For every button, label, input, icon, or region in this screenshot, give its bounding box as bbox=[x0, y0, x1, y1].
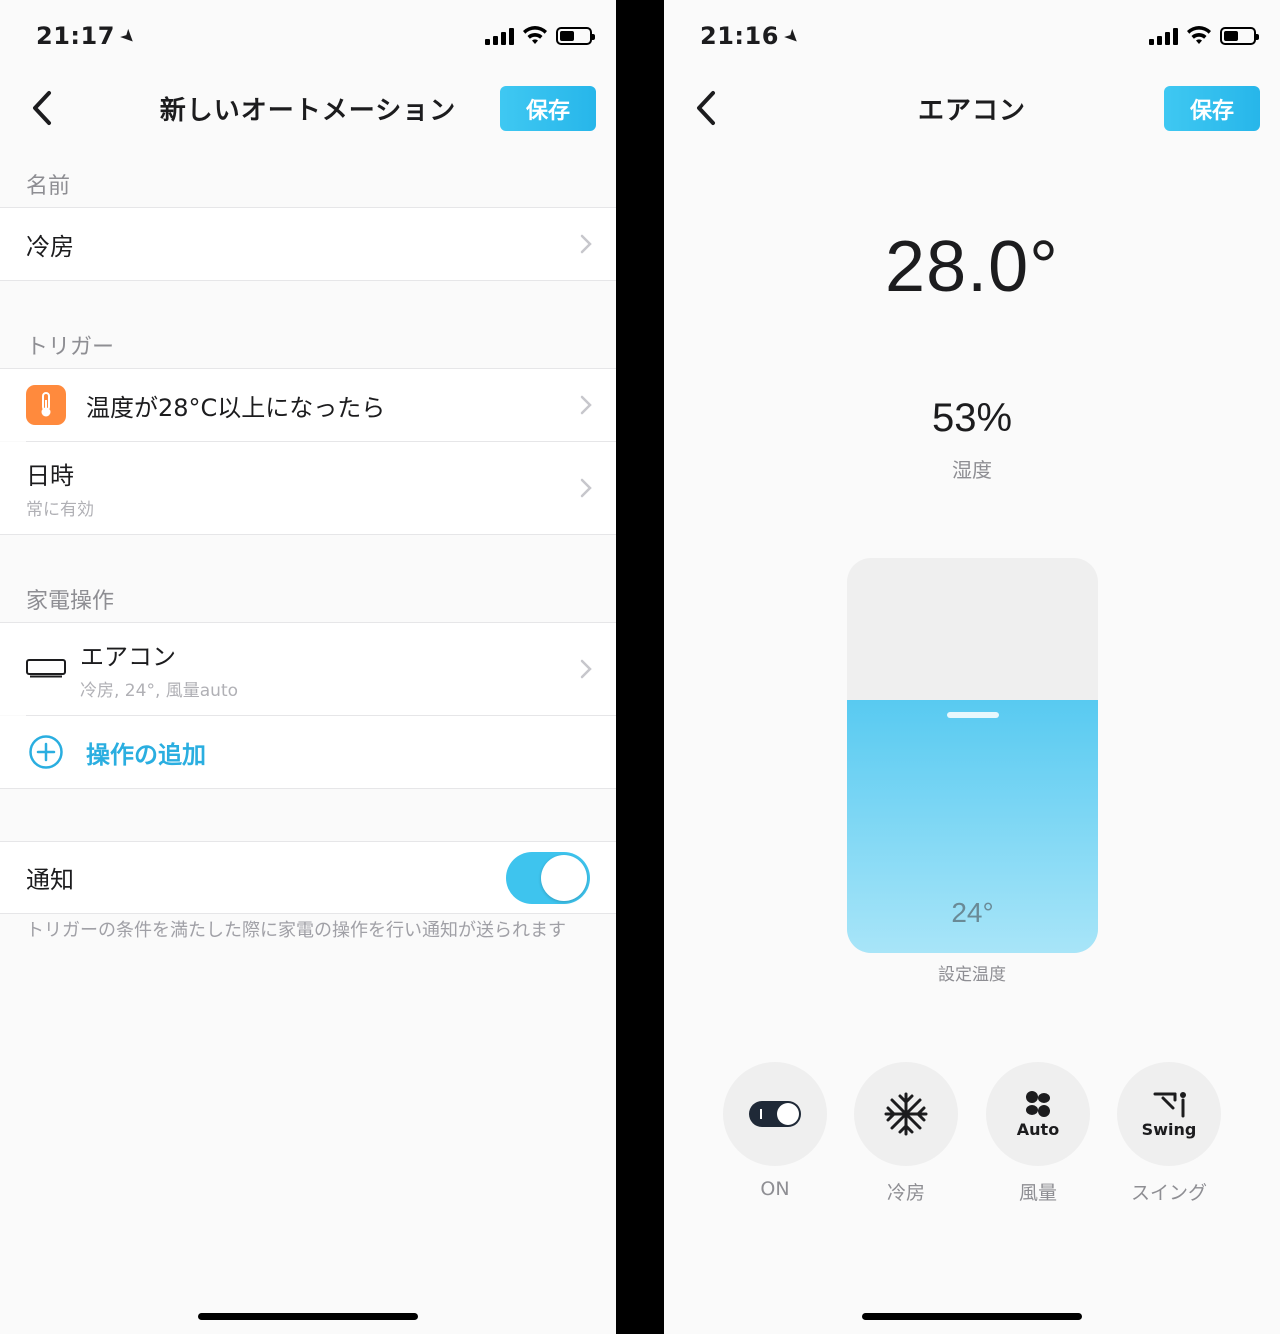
fan-mode-caption: 風量 bbox=[1018, 1182, 1057, 1204]
swing-mode-inner-text: Swing bbox=[1141, 1119, 1197, 1139]
chevron-left-icon bbox=[697, 91, 715, 125]
notification-footnote: トリガーの条件を満たした際に家電の操作を行い通知が送られます bbox=[26, 920, 566, 941]
set-temperature-label: 設定温度 bbox=[938, 965, 1006, 985]
set-temperature-value: 24° bbox=[951, 897, 994, 928]
wifi-icon bbox=[523, 26, 547, 44]
notification-toggle[interactable] bbox=[506, 851, 590, 904]
automation-screen: 21:17➤ 新しいオートメーション 保存 名前 冷房 トリガー 温度が28°C… bbox=[0, 0, 616, 1334]
trigger-condition-row[interactable]: 温度が28°C以上になったら bbox=[0, 369, 616, 441]
cool-mode-circle[interactable] bbox=[854, 1062, 958, 1166]
home-indicator[interactable] bbox=[198, 1313, 418, 1320]
divider bbox=[0, 280, 616, 281]
aircon-screen: 21:16➤ エアコン 保存 28.0° 53% 湿度 24° 設定温度 ON bbox=[664, 0, 1280, 1334]
back-button[interactable] bbox=[24, 86, 60, 130]
swing-mode-caption: スイング bbox=[1130, 1182, 1207, 1204]
plus-circle-icon bbox=[29, 735, 63, 769]
power-toggle-icon bbox=[749, 1101, 801, 1127]
chevron-right-icon bbox=[580, 395, 592, 415]
slider-handle[interactable] bbox=[946, 712, 999, 718]
signal-icon bbox=[1149, 27, 1178, 45]
chevron-left-icon bbox=[33, 91, 51, 125]
cool-mode-button[interactable]: 冷房 bbox=[854, 1062, 958, 1205]
swing-mode-circle[interactable]: Swing bbox=[1117, 1062, 1221, 1166]
fan-mode-inner-text: Auto bbox=[1016, 1119, 1060, 1139]
humidity-label: 湿度 bbox=[952, 458, 992, 482]
section-header-appliance: 家電操作 bbox=[26, 589, 115, 614]
add-operation-label: 操作の追加 bbox=[86, 740, 206, 769]
power-mode-caption: ON bbox=[760, 1178, 790, 1200]
trigger-datetime-row[interactable]: 日時 常に有効 bbox=[0, 442, 616, 534]
divider bbox=[0, 913, 616, 914]
home-indicator[interactable] bbox=[862, 1313, 1082, 1320]
signal-icon bbox=[485, 27, 514, 45]
wifi-icon bbox=[1187, 26, 1211, 44]
divider bbox=[0, 788, 616, 789]
name-row[interactable]: 冷房 bbox=[0, 208, 616, 280]
set-temperature-slider[interactable]: 24° bbox=[847, 558, 1098, 953]
chevron-right-icon bbox=[580, 234, 592, 254]
divider bbox=[0, 534, 616, 535]
fan-mode-circle[interactable]: Auto bbox=[986, 1062, 1090, 1166]
notification-row: 通知 bbox=[0, 842, 616, 913]
battery-icon bbox=[556, 27, 595, 45]
swing-icon bbox=[1153, 1091, 1186, 1117]
status-icons bbox=[485, 26, 595, 46]
room-temperature: 28.0° bbox=[885, 227, 1059, 307]
status-icons bbox=[1149, 26, 1259, 46]
thermometer-icon bbox=[26, 385, 66, 425]
snowflake-icon bbox=[884, 1092, 928, 1136]
save-button[interactable]: 保存 bbox=[500, 86, 596, 131]
trigger-condition-label: 温度が28°C以上になったら bbox=[86, 393, 386, 422]
section-header-name: 名前 bbox=[26, 174, 71, 199]
chevron-right-icon bbox=[580, 478, 592, 498]
power-mode-circle[interactable] bbox=[723, 1062, 827, 1166]
add-operation-button[interactable]: 操作の追加 bbox=[0, 716, 616, 788]
power-mode-button[interactable]: ON bbox=[723, 1062, 827, 1200]
appliance-detail: 冷房, 24°, 風量auto bbox=[80, 681, 239, 701]
name-value: 冷房 bbox=[26, 232, 74, 261]
cool-mode-caption: 冷房 bbox=[886, 1182, 925, 1204]
status-time-text: 21:16 bbox=[700, 22, 779, 50]
fan-mode-button[interactable]: Auto 風量 bbox=[986, 1062, 1090, 1205]
battery-icon bbox=[1220, 27, 1259, 45]
status-time-text: 21:17 bbox=[36, 22, 115, 50]
humidity-value: 53% bbox=[931, 396, 1013, 440]
fan-icon bbox=[1026, 1090, 1050, 1117]
appliance-row[interactable]: エアコン 冷房, 24°, 風量auto bbox=[0, 623, 616, 715]
location-arrow-icon: ➤ bbox=[115, 24, 142, 51]
appliance-name: エアコン bbox=[80, 643, 176, 671]
location-arrow-icon: ➤ bbox=[779, 24, 806, 51]
toggle-knob bbox=[541, 854, 587, 901]
notification-label: 通知 bbox=[26, 866, 74, 894]
status-time: 21:17➤ bbox=[36, 22, 141, 50]
save-button[interactable]: 保存 bbox=[1164, 86, 1260, 131]
section-header-trigger: トリガー bbox=[26, 335, 115, 360]
air-conditioner-icon bbox=[26, 659, 66, 678]
swing-mode-button[interactable]: Swing スイング bbox=[1117, 1062, 1221, 1205]
datetime-label: 日時 bbox=[26, 462, 74, 490]
datetime-sub: 常に有効 bbox=[26, 500, 94, 520]
status-time: 21:16➤ bbox=[700, 22, 805, 50]
chevron-right-icon bbox=[580, 659, 592, 679]
back-button[interactable] bbox=[688, 86, 724, 130]
